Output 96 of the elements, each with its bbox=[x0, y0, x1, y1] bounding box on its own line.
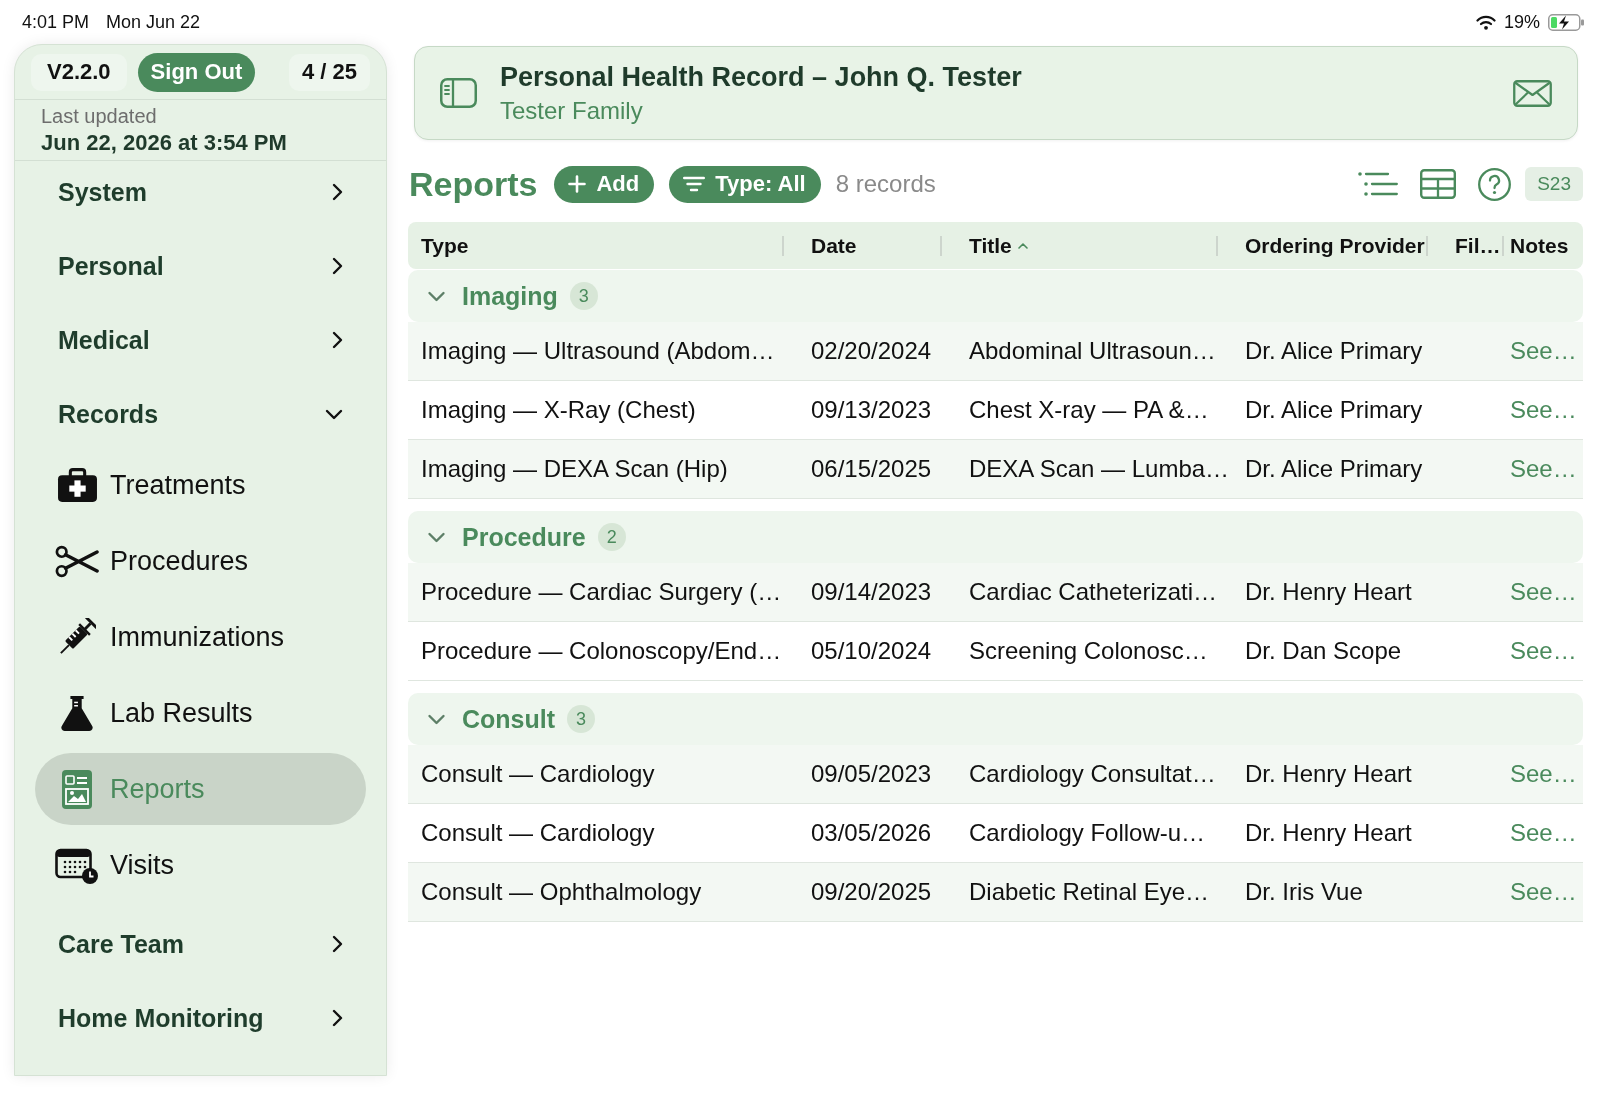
type-filter-button[interactable]: Type: All bbox=[669, 165, 821, 203]
column-header[interactable]: Fil… bbox=[1455, 233, 1501, 258]
column-header[interactable]: Notes bbox=[1510, 233, 1569, 258]
table-cell: Abdominal Ultrasoun… bbox=[969, 337, 1216, 364]
sidebar-section[interactable]: Records bbox=[35, 383, 366, 445]
table-cell: 03/05/2026 bbox=[811, 819, 932, 846]
table-cell: 09/14/2023 bbox=[811, 578, 932, 605]
column-header[interactable]: Title bbox=[969, 233, 1012, 258]
table-cell: 06/15/2025 bbox=[811, 455, 932, 482]
table-cell: Consult — Ophthalmology bbox=[421, 878, 702, 905]
record-subtitle: Tester Family bbox=[500, 95, 643, 126]
envelope-icon[interactable] bbox=[1513, 79, 1552, 107]
calendar-clock-icon bbox=[55, 846, 99, 884]
sidebar-section[interactable]: Care Team bbox=[35, 913, 366, 975]
scissors-icon bbox=[55, 544, 99, 578]
notes-link[interactable]: See… bbox=[1510, 396, 1577, 423]
last-updated-value: Jun 22, 2026 at 3:54 PM bbox=[41, 129, 287, 156]
count-badge: 3 bbox=[569, 282, 598, 310]
page-counter: 4 / 25 bbox=[288, 53, 370, 91]
table-cell: Procedure — Cardiac Surgery (… bbox=[421, 578, 782, 605]
table-cell: Consult — Cardiology bbox=[421, 819, 655, 846]
notes-link[interactable]: See… bbox=[1510, 637, 1577, 664]
table-cell: 02/20/2024 bbox=[811, 337, 932, 364]
notes-link[interactable]: See… bbox=[1510, 455, 1577, 482]
table-cell: Chest X-ray — PA &… bbox=[969, 396, 1209, 423]
syringe-icon bbox=[58, 618, 96, 656]
table-cell: Dr. Henry Heart bbox=[1245, 578, 1412, 605]
table-cell: Dr. Alice Primary bbox=[1245, 396, 1423, 423]
group-label: Procedure bbox=[462, 522, 586, 552]
list-icon[interactable] bbox=[1358, 171, 1399, 197]
column-header[interactable]: Type bbox=[421, 233, 469, 258]
table-cell: Imaging — Ultrasound (Abdom… bbox=[421, 337, 775, 364]
plus-icon bbox=[568, 175, 587, 193]
version-label: V2.2.0 bbox=[31, 53, 127, 91]
record-title: Personal Health Record – John Q. Tester bbox=[500, 60, 1022, 93]
column-header[interactable]: Date bbox=[811, 233, 857, 258]
table-cell: Dr. Iris Vue bbox=[1245, 878, 1363, 905]
sidebar-section[interactable]: Home Monitoring bbox=[35, 987, 366, 1049]
group-label: Imaging bbox=[462, 281, 558, 311]
notes-link[interactable]: See… bbox=[1510, 760, 1577, 787]
table-cell: Consult — Cardiology bbox=[421, 760, 655, 787]
sidebar-item[interactable]: Lab Results bbox=[35, 677, 366, 749]
notes-link[interactable]: See… bbox=[1510, 819, 1577, 846]
sidebar-item[interactable]: Visits bbox=[35, 829, 366, 901]
table-cell: Dr. Alice Primary bbox=[1245, 337, 1423, 364]
add-button[interactable]: Add bbox=[554, 165, 655, 203]
group-header[interactable]: Consult 3 bbox=[408, 693, 1583, 745]
status-time: 4:01 PM bbox=[22, 11, 90, 33]
status-date: Mon Jun 22 bbox=[106, 11, 201, 33]
table-cell: DEXA Scan — Lumba… bbox=[969, 455, 1230, 482]
sign-out-button[interactable]: Sign Out bbox=[137, 52, 256, 92]
help-icon[interactable] bbox=[1478, 167, 1512, 201]
filter-icon bbox=[683, 176, 706, 192]
table-cell: Cardiology Consultat… bbox=[969, 760, 1216, 787]
sidebar-item[interactable]: Treatments bbox=[35, 449, 366, 521]
table-cell: 09/05/2023 bbox=[811, 760, 932, 787]
table-cell: Screening Colonosc… bbox=[969, 637, 1208, 664]
sidebar-section[interactable]: Personal bbox=[35, 235, 366, 297]
notes-link[interactable]: See… bbox=[1510, 337, 1577, 364]
battery-percent: 19% bbox=[1503, 11, 1540, 33]
last-updated-label: Last updated bbox=[41, 104, 157, 129]
table-cell: Imaging — DEXA Scan (Hip) bbox=[421, 455, 728, 482]
table-cell: Dr. Henry Heart bbox=[1245, 819, 1412, 846]
flask-icon bbox=[61, 695, 93, 731]
notes-link[interactable]: See… bbox=[1510, 878, 1577, 905]
sidebar-section[interactable]: Medical bbox=[35, 309, 366, 371]
sidebar-toggle-icon[interactable] bbox=[440, 78, 477, 108]
table-cell: Procedure — Colonoscopy/End… bbox=[421, 637, 782, 664]
medical-kit-icon bbox=[56, 467, 98, 503]
column-header[interactable]: Ordering Provider bbox=[1245, 233, 1425, 258]
table-cell: Dr. Alice Primary bbox=[1245, 455, 1423, 482]
report-icon bbox=[62, 769, 92, 809]
sidebar-item[interactable]: Procedures bbox=[35, 525, 366, 597]
count-badge: 3 bbox=[567, 705, 596, 733]
table-cell: 09/20/2025 bbox=[811, 878, 932, 905]
sidebar-section[interactable]: System bbox=[35, 161, 366, 223]
page-title: Reports bbox=[409, 164, 538, 204]
record-count: 8 records bbox=[835, 170, 936, 198]
group-header[interactable]: Procedure 2 bbox=[408, 511, 1583, 563]
wifi-icon bbox=[1475, 14, 1496, 30]
group-header[interactable]: Imaging 3 bbox=[408, 270, 1583, 322]
sidebar-item[interactable]: Immunizations bbox=[35, 601, 366, 673]
table-icon[interactable] bbox=[1420, 169, 1457, 199]
table-cell: Imaging — X-Ray (Chest) bbox=[421, 396, 696, 423]
table-cell: Dr. Henry Heart bbox=[1245, 760, 1412, 787]
table-cell: Cardiac Catheterizati… bbox=[969, 578, 1218, 605]
code-label: S23 bbox=[1525, 167, 1583, 201]
table-cell: 09/13/2023 bbox=[811, 396, 932, 423]
table-cell: 05/10/2024 bbox=[811, 637, 932, 664]
battery-charging-icon bbox=[1548, 13, 1585, 31]
group-label: Consult bbox=[462, 704, 556, 734]
count-badge: 2 bbox=[597, 523, 626, 551]
table-cell: Cardiology Follow-u… bbox=[969, 819, 1206, 846]
table-cell: Diabetic Retinal Eye… bbox=[969, 878, 1210, 905]
notes-link[interactable]: See… bbox=[1510, 578, 1577, 605]
table-cell: Dr. Dan Scope bbox=[1245, 637, 1402, 664]
